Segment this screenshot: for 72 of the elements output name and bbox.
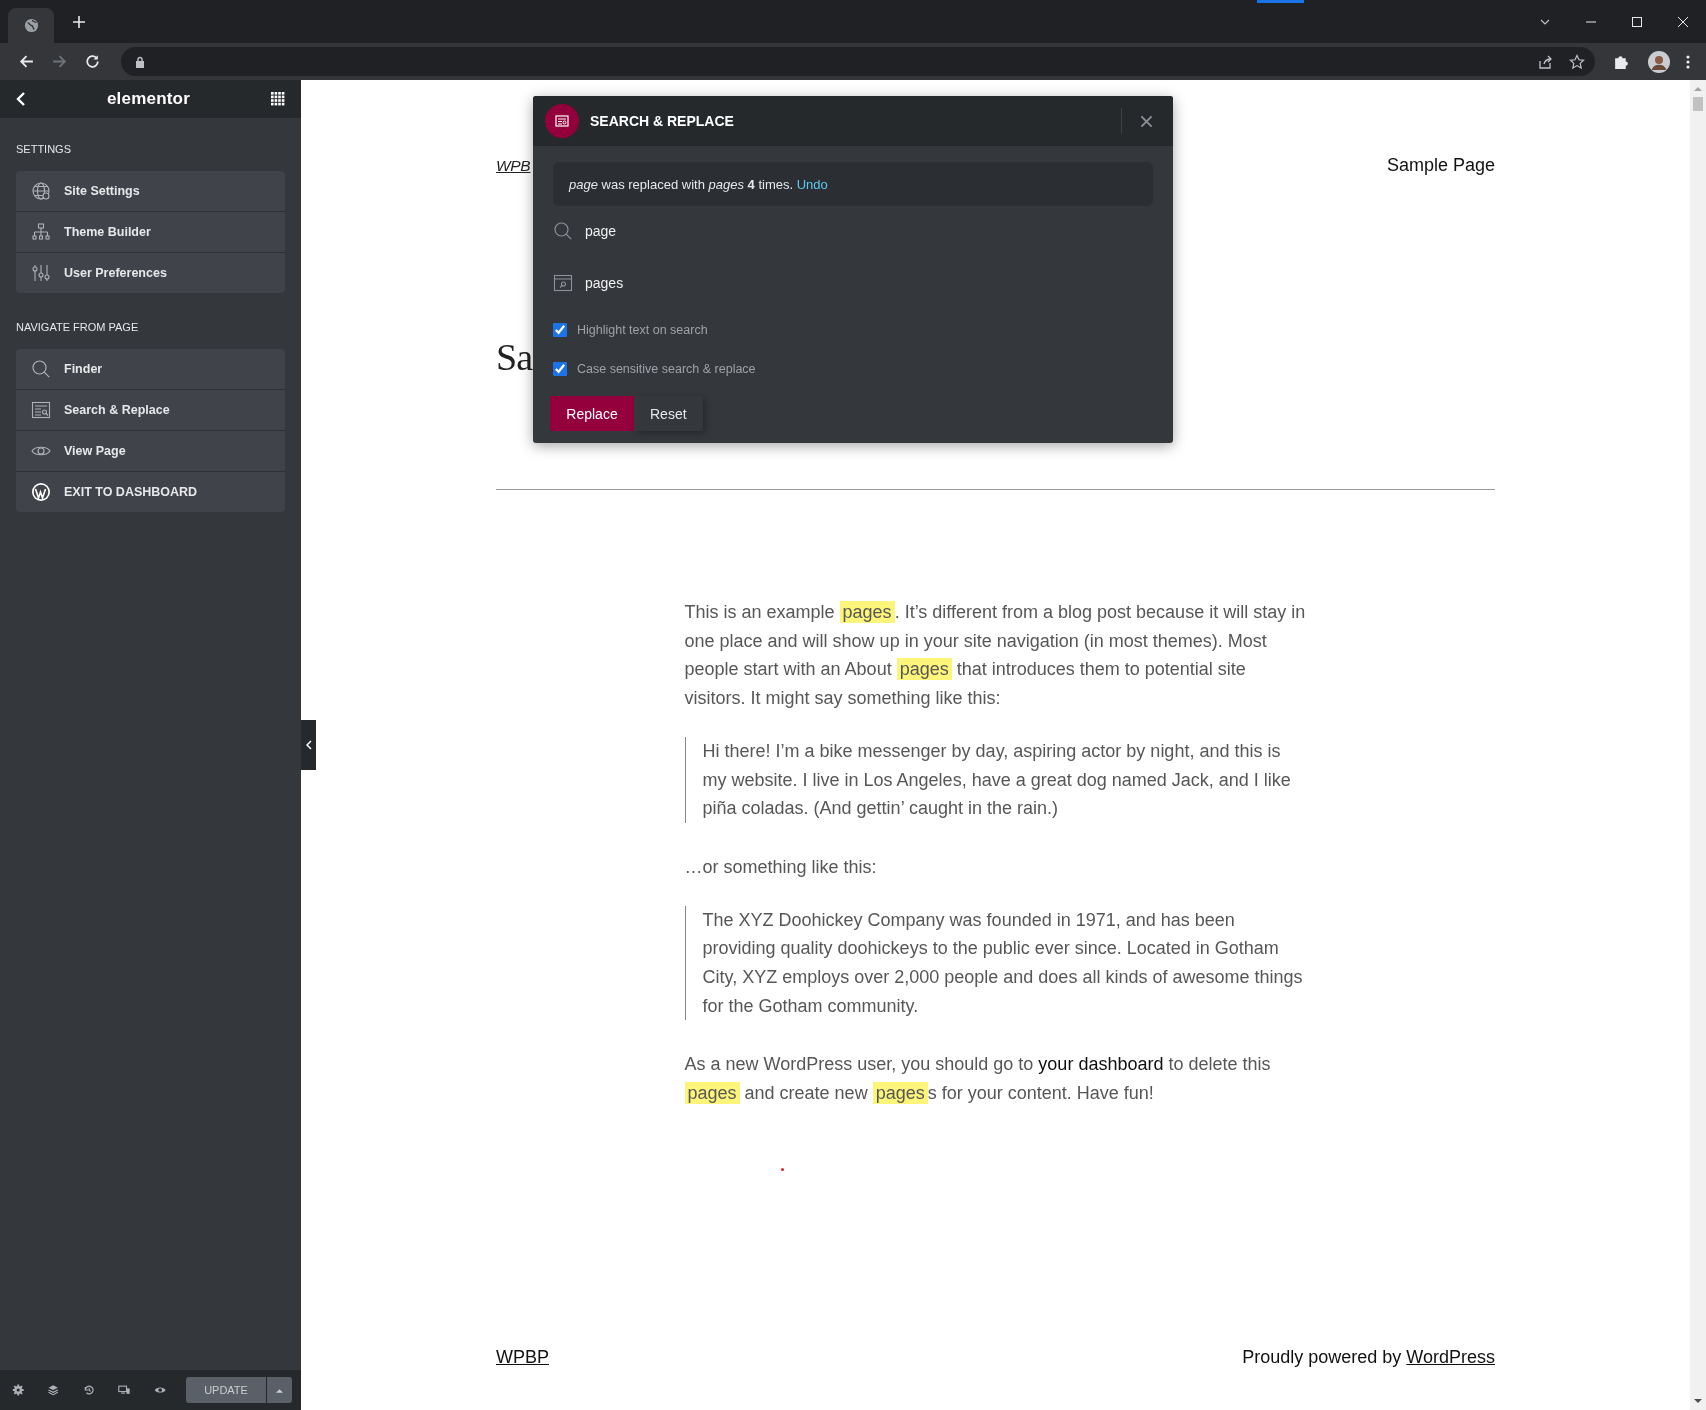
checkbox[interactable]: [553, 361, 567, 376]
replace-button[interactable]: Replace: [550, 396, 634, 431]
scrollbar[interactable]: [1690, 80, 1706, 1410]
section-heading: NAVIGATE FROM PAGE: [15, 320, 140, 335]
lock-icon: [135, 55, 145, 68]
undo-link[interactable]: Undo: [796, 176, 828, 192]
dot-mark: [780, 1167, 784, 1171]
wordpress-icon: [31, 482, 51, 502]
avatar-icon[interactable]: [1648, 50, 1670, 73]
close-icon[interactable]: [1676, 14, 1690, 29]
body-paragraph: As a new WordPress user, you should go to your dashboard to delete this pages and create new pages s for your content. Have fun!: [684, 1053, 1272, 1107]
dialog-title: SEARCH & REPLACE: [590, 113, 734, 129]
scrollbar-thumb[interactable]: [1693, 97, 1703, 111]
back-chevron-icon[interactable]: [16, 91, 26, 107]
search-field[interactable]: page: [585, 223, 885, 239]
body-paragraph: …or something like this:: [684, 855, 878, 879]
search-icon: [31, 359, 51, 379]
star-icon[interactable]: [1569, 53, 1585, 70]
grid-icon[interactable]: [271, 92, 285, 106]
site-title-link[interactable]: WPB: [496, 156, 531, 175]
history-icon[interactable]: [82, 1383, 96, 1397]
maximize-icon[interactable]: [1630, 14, 1644, 29]
share-icon[interactable]: [1537, 53, 1553, 70]
brand-logo: elementor: [105, 89, 192, 109]
section-heading: SETTINGS: [15, 142, 72, 157]
document-search-icon: [553, 273, 573, 293]
scroll-down-icon[interactable]: [1694, 1399, 1702, 1404]
option-label: Case sensitive search & replace: [577, 361, 756, 376]
settings-icon[interactable]: [12, 1383, 25, 1397]
document-search-icon: [31, 400, 51, 420]
caret-icon: [276, 1387, 284, 1393]
search-icon: [553, 221, 573, 241]
browser-tab[interactable]: [8, 8, 54, 43]
menu-item[interactable]: EXIT TO DASHBOARD: [16, 472, 285, 512]
block-quote: The XYZ Doohickey Company was founded in 1971, and has been providing quality doohickeys to the public ever since. Located in Gotham City, XYZ employs over 2,000 people and does all kinds of awesome things for the Gotham community.: [684, 905, 1307, 1021]
nav-link[interactable]: Sample Page: [1386, 155, 1495, 176]
body-paragraph: This is an example pages . It’s different from a blog post because it will stay in one place and will show up in your site navigation (in most themes). Most people start with an About pages that introduces them to potential site visitors. It might say something like this:: [684, 600, 1307, 711]
menu-item[interactable]: Search & Replace: [16, 390, 285, 430]
block-quote: Hi there! I’m a bike messenger by day, aspiring actor by night, and this is my website. I live in Los Angeles, have a great dog named Jack, and I like piña coladas. (And gettin’ caught in the rain.): [684, 736, 1307, 823]
menu-item[interactable]: Theme Builder: [16, 212, 285, 252]
notice-message: page was replaced with pages 4 times. Undo: [569, 176, 828, 192]
focus-indicator: [1257, 0, 1304, 3]
credit-text: Proudly powered by WordPress: [1242, 1347, 1495, 1368]
globe-icon: [31, 181, 51, 201]
reload-icon[interactable]: [84, 53, 101, 70]
replace-field[interactable]: pages: [585, 275, 885, 291]
puzzle-icon[interactable]: [1613, 53, 1630, 70]
collapse-panel-tab[interactable]: [301, 720, 316, 770]
menu-item[interactable]: Site Settings: [16, 171, 285, 211]
menu-item[interactable]: Finder: [16, 349, 285, 389]
update-options-button[interactable]: [267, 1377, 293, 1403]
chevron-left-icon: [305, 740, 312, 750]
menu-item[interactable]: User Preferences: [16, 253, 285, 293]
responsive-icon[interactable]: [118, 1383, 131, 1397]
back-arrow-icon[interactable]: [18, 53, 35, 70]
reset-button[interactable]: Reset: [634, 396, 703, 431]
page-title: Sa: [496, 338, 532, 376]
wordpress-link[interactable]: WordPress: [1406, 1347, 1495, 1367]
update-button[interactable]: UPDATE: [186, 1377, 267, 1403]
option-label: Highlight text on search: [577, 322, 708, 337]
layers-icon[interactable]: [47, 1383, 60, 1397]
sliders-icon: [31, 263, 51, 283]
dashboard-link[interactable]: your dashboard: [1038, 1054, 1164, 1075]
menu-item[interactable]: View Page: [16, 431, 285, 471]
document-search-icon: [545, 104, 579, 138]
sitemap-icon: [31, 222, 51, 242]
new-tab-icon[interactable]: [72, 14, 86, 29]
footer-site-link[interactable]: WPBP: [496, 1347, 549, 1368]
checkbox[interactable]: [553, 322, 567, 337]
forward-arrow-icon[interactable]: [51, 53, 68, 70]
menu-icon[interactable]: [1686, 53, 1690, 70]
globe-icon: [23, 18, 39, 33]
